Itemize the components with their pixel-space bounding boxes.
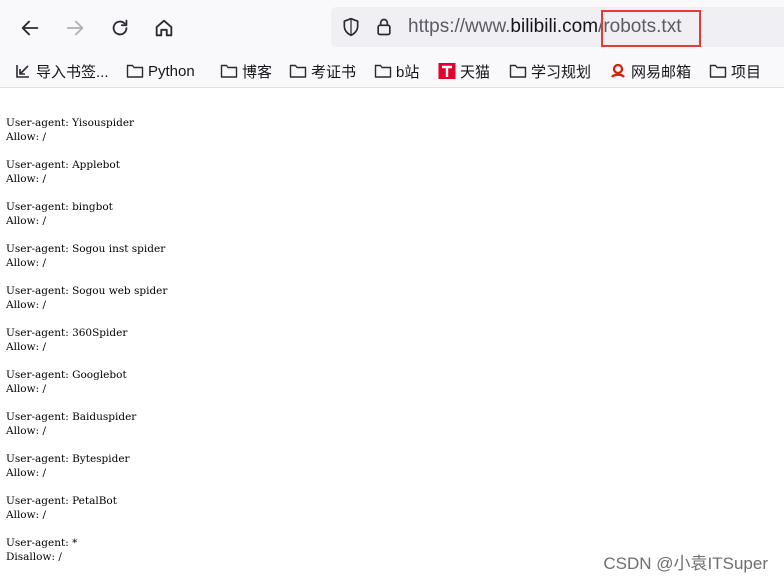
home-button[interactable] [149, 13, 179, 43]
folder-icon [709, 64, 727, 78]
reload-button[interactable] [105, 13, 135, 43]
url-host: bilibili.com [510, 16, 599, 37]
reload-icon [112, 19, 128, 36]
bookmarks-bar: 导入书签... Python 博客 考证书 b站 天猫 学习规划 网易邮箱 项目 [0, 56, 784, 88]
user-agent-line: User-agent: bingbot [6, 201, 113, 213]
bookmark-label: b站 [396, 63, 420, 81]
user-agent-line: User-agent: Bytespider [6, 453, 130, 465]
robots-record: User-agent: Yisouspider Allow: / [6, 116, 167, 144]
rule-line: Allow: / [6, 467, 47, 479]
back-button[interactable] [15, 13, 45, 43]
bookmark-import[interactable]: 导入书签... [14, 60, 109, 82]
bookmark-python[interactable]: Python [126, 60, 195, 82]
rule-line: Allow: / [6, 509, 47, 521]
rule-line: Allow: / [6, 257, 47, 269]
robots-record: User-agent: * Disallow: / [6, 536, 167, 564]
rule-line: Allow: / [6, 215, 47, 227]
url-scheme: https://www. [408, 16, 511, 37]
robots-record: User-agent: Baiduspider Allow: / [6, 410, 167, 438]
forward-button[interactable] [60, 13, 90, 43]
folder-icon [220, 64, 238, 78]
bookmark-tmall[interactable]: 天猫 [438, 60, 490, 82]
back-arrow-icon [21, 20, 39, 36]
bookmark-label: 网易邮箱 [631, 63, 692, 81]
bookmark-label: 天猫 [460, 63, 491, 81]
bookmark-label: 博客 [242, 63, 273, 81]
user-agent-line: User-agent: Applebot [6, 159, 120, 171]
home-icon [155, 19, 173, 37]
bookmark-study-plan[interactable]: 学习规划 [509, 60, 591, 82]
robots-record: User-agent: bingbot Allow: / [6, 200, 167, 228]
robots-record: User-agent: Sogou web spider Allow: / [6, 284, 167, 312]
bookmark-certificates[interactable]: 考证书 [289, 60, 356, 82]
robots-record: User-agent: Googlebot Allow: / [6, 368, 167, 396]
rule-line: Disallow: / [6, 551, 62, 563]
forward-arrow-icon [66, 20, 84, 36]
url-path-highlight-box [601, 10, 701, 47]
rule-line: Allow: / [6, 173, 47, 185]
bookmark-netease-mail[interactable]: 网易邮箱 [609, 60, 691, 82]
user-agent-line: User-agent: Googlebot [6, 369, 127, 381]
bookmark-projects[interactable]: 项目 [709, 60, 761, 82]
robots-record: User-agent: Applebot Allow: / [6, 158, 167, 186]
browser-toolbar: https://www.bilibili.com/robots.txt [0, 0, 784, 56]
bookmark-blog[interactable]: 博客 [220, 60, 272, 82]
robots-record: User-agent: Bytespider Allow: / [6, 452, 167, 480]
user-agent-line: User-agent: * [6, 537, 78, 549]
robots-record: User-agent: Sogou inst spider Allow: / [6, 242, 167, 270]
csdn-watermark: CSDN @小袁ITSuper [603, 554, 768, 573]
folder-icon [126, 64, 144, 78]
rule-line: Allow: / [6, 131, 47, 143]
user-agent-line: User-agent: Yisouspider [6, 117, 135, 129]
lock-icon[interactable] [375, 17, 393, 37]
tmall-icon [438, 63, 456, 79]
shield-icon[interactable] [341, 17, 361, 37]
user-agent-line: User-agent: Sogou web spider [6, 285, 168, 297]
import-icon [16, 65, 29, 78]
bookmark-label: 学习规划 [531, 63, 592, 81]
rule-line: Allow: / [6, 341, 47, 353]
bookmark-bilibili[interactable]: b站 [374, 60, 419, 82]
folder-icon [509, 64, 527, 78]
rule-line: Allow: / [6, 383, 47, 395]
folder-icon [289, 64, 307, 78]
address-bar[interactable]: https://www.bilibili.com/robots.txt [331, 7, 784, 47]
user-agent-line: User-agent: 360Spider [6, 327, 128, 339]
robots-txt-content: User-agent: Yisouspider Allow: / User-agen… [6, 116, 167, 578]
robots-record: User-agent: 360Spider Allow: / [6, 326, 167, 354]
user-agent-line: User-agent: PetalBot [6, 495, 117, 507]
robots-record: User-agent: PetalBot Allow: / [6, 494, 167, 522]
netease-mail-icon [611, 63, 625, 78]
folder-icon [374, 64, 392, 78]
bookmark-label: 导入书签... [36, 63, 109, 81]
user-agent-line: User-agent: Sogou inst spider [6, 243, 166, 255]
bookmark-label: 考证书 [311, 63, 357, 81]
rule-line: Allow: / [6, 425, 47, 437]
bookmark-label: 项目 [731, 63, 762, 81]
rule-line: Allow: / [6, 299, 47, 311]
user-agent-line: User-agent: Baiduspider [6, 411, 137, 423]
bookmark-label: Python [148, 62, 195, 80]
